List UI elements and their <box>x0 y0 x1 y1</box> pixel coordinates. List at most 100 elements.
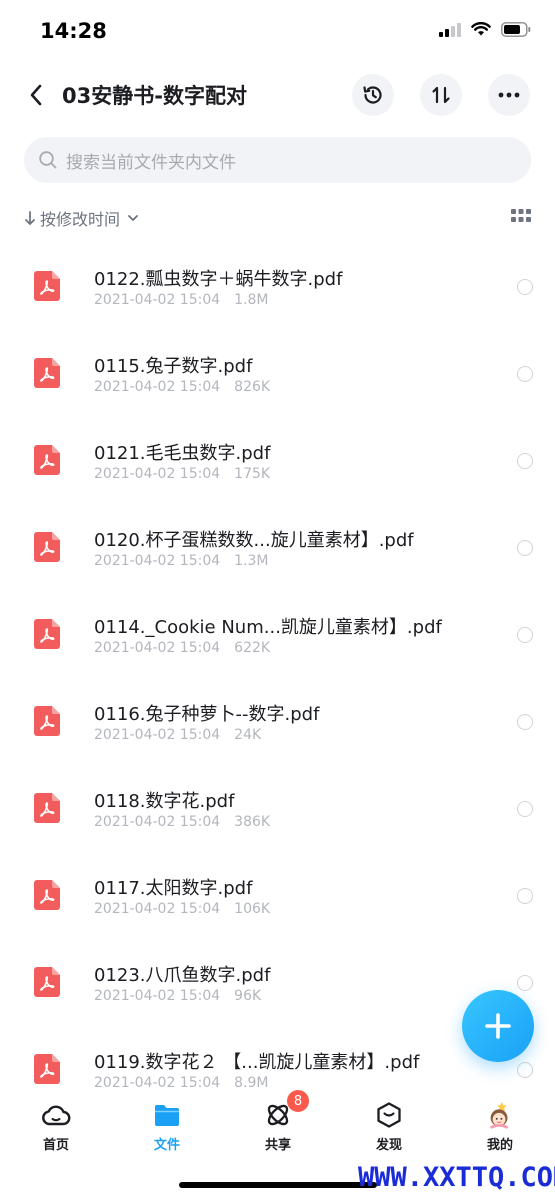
file-date: 2021-04-02 15:04 <box>94 553 221 569</box>
file-size: 622K <box>234 640 271 656</box>
history-button[interactable] <box>352 74 394 116</box>
status-icons <box>439 22 531 37</box>
select-radio[interactable] <box>517 975 533 991</box>
select-radio[interactable] <box>517 714 533 730</box>
file-name: 0119.数字花２ 【...凯旋儿童素材】.pdf <box>94 1052 420 1073</box>
file-date: 2021-04-02 15:04 <box>94 292 221 308</box>
select-radio[interactable] <box>517 1062 533 1078</box>
file-size: 175K <box>234 466 271 482</box>
discover-icon <box>374 1100 404 1130</box>
file-meta: 2021-04-02 15:04 175K <box>94 466 270 482</box>
more-button[interactable] <box>488 74 530 116</box>
select-radio[interactable] <box>517 453 533 469</box>
select-radio[interactable] <box>517 366 533 382</box>
pdf-file-icon <box>34 271 60 301</box>
file-meta: 2021-04-02 15:04 1.8M <box>94 292 269 308</box>
nav-bar: 03安静书-数字配对 <box>0 66 555 126</box>
file-size: 386K <box>234 814 271 830</box>
list-item[interactable]: 0115.兔子数字.pdf 2021-04-02 15:04 826K <box>0 332 555 419</box>
search-icon <box>39 151 57 169</box>
page-title: 03安静书-数字配对 <box>62 84 247 108</box>
file-name: 0114._Cookie Num...凯旋儿童素材】.pdf <box>94 617 442 638</box>
home-indicator <box>179 1182 377 1188</box>
list-item[interactable]: 0118.数字花.pdf 2021-04-02 15:04 386K <box>0 767 555 854</box>
pdf-file-icon <box>34 880 60 910</box>
file-date: 2021-04-02 15:04 <box>94 379 221 395</box>
tab-share[interactable]: 8 共享 <box>228 1090 328 1156</box>
file-name: 0120.杯子蛋糕数数...旋儿童素材】.pdf <box>94 530 414 551</box>
pdf-file-icon <box>34 532 60 562</box>
status-time: 14:28 <box>40 19 107 43</box>
file-size: 1.3M <box>234 553 269 569</box>
more-dots-icon <box>498 92 520 98</box>
file-date: 2021-04-02 15:04 <box>94 727 221 743</box>
file-name: 0123.八爪鱼数字.pdf <box>94 965 271 986</box>
select-radio[interactable] <box>517 540 533 556</box>
file-size: 8.9M <box>234 1075 269 1091</box>
file-name: 0122.瓢虫数字＋蜗牛数字.pdf <box>94 269 343 290</box>
tab-files-label: 文件 <box>153 1138 180 1153</box>
arrow-down-icon <box>25 211 35 225</box>
search-input[interactable]: 搜索当前文件夹内文件 <box>66 148 236 173</box>
file-date: 2021-04-02 15:04 <box>94 814 221 830</box>
select-radio[interactable] <box>517 279 533 295</box>
file-meta: 2021-04-02 15:04 8.9M <box>94 1075 269 1091</box>
file-date: 2021-04-02 15:04 <box>94 466 221 482</box>
pdf-file-icon <box>34 793 60 823</box>
tab-home-label: 首页 <box>42 1138 69 1153</box>
pdf-file-icon <box>34 967 60 997</box>
file-name: 0117.太阳数字.pdf <box>94 878 253 899</box>
sort-label[interactable]: 按修改时间 <box>40 206 120 230</box>
file-name: 0118.数字花.pdf <box>94 791 235 812</box>
select-radio[interactable] <box>517 888 533 904</box>
list-item[interactable]: 0116.兔子种萝卜--数字.pdf 2021-04-02 15:04 24K <box>0 680 555 767</box>
file-date: 2021-04-02 15:04 <box>94 988 221 1004</box>
file-meta: 2021-04-02 15:04 386K <box>94 814 270 830</box>
tab-mine-label: 我的 <box>486 1138 513 1153</box>
tab-discover[interactable]: 发现 <box>339 1094 439 1156</box>
cellular-signal-icon <box>439 22 461 37</box>
tab-files[interactable]: 文件 <box>117 1094 217 1156</box>
file-size: 106K <box>234 901 271 917</box>
chevron-left-icon <box>30 84 42 106</box>
watermark: WWW.XXTTQ.COM <box>358 1162 555 1193</box>
select-radio[interactable] <box>517 627 533 643</box>
sort-arrows-icon <box>432 86 450 104</box>
file-list: 0122.瓢虫数字＋蜗牛数字.pdf 2021-04-02 15:04 1.8M … <box>0 245 555 1115</box>
list-item[interactable]: 0120.杯子蛋糕数数...旋儿童素材】.pdf 2021-04-02 15:0… <box>0 506 555 593</box>
file-size: 96K <box>234 988 262 1004</box>
list-item[interactable]: 0122.瓢虫数字＋蜗牛数字.pdf 2021-04-02 15:04 1.8M <box>0 245 555 332</box>
pdf-file-icon <box>34 706 60 736</box>
avatar <box>485 1100 515 1130</box>
pdf-file-icon <box>34 619 60 649</box>
file-name: 0121.毛毛虫数字.pdf <box>94 443 271 464</box>
search-bar[interactable]: 搜索当前文件夹内文件 <box>24 137 531 183</box>
file-meta: 2021-04-02 15:04 826K <box>94 379 270 395</box>
grid-view-icon[interactable] <box>511 209 531 223</box>
tab-mine[interactable]: 我的 <box>450 1094 550 1156</box>
pdf-file-icon <box>34 358 60 388</box>
file-meta: 2021-04-02 15:04 622K <box>94 640 270 656</box>
share-badge: 8 <box>287 1090 309 1112</box>
select-radio[interactable] <box>517 801 533 817</box>
tab-home[interactable]: 首页 <box>6 1094 106 1156</box>
file-size: 24K <box>234 727 262 743</box>
file-date: 2021-04-02 15:04 <box>94 901 221 917</box>
list-item[interactable]: 0117.太阳数字.pdf 2021-04-02 15:04 106K <box>0 854 555 941</box>
file-name: 0116.兔子种萝卜--数字.pdf <box>94 704 320 725</box>
file-date: 2021-04-02 15:04 <box>94 640 221 656</box>
list-item[interactable]: 0121.毛毛虫数字.pdf 2021-04-02 15:04 175K <box>0 419 555 506</box>
file-meta: 2021-04-02 15:04 106K <box>94 901 270 917</box>
file-size: 826K <box>234 379 271 395</box>
sort-button[interactable] <box>420 74 462 116</box>
list-item[interactable]: 0114._Cookie Num...凯旋儿童素材】.pdf 2021-04-0… <box>0 593 555 680</box>
file-name: 0115.兔子数字.pdf <box>94 356 253 377</box>
status-bar: 14:28 <box>0 0 555 66</box>
chevron-down-icon[interactable] <box>126 213 140 223</box>
pdf-file-icon <box>34 445 60 475</box>
battery-icon <box>501 22 531 37</box>
add-button[interactable] <box>462 990 534 1062</box>
back-button[interactable] <box>22 80 50 110</box>
plus-icon <box>485 1013 511 1039</box>
cloud-icon <box>41 1100 71 1130</box>
